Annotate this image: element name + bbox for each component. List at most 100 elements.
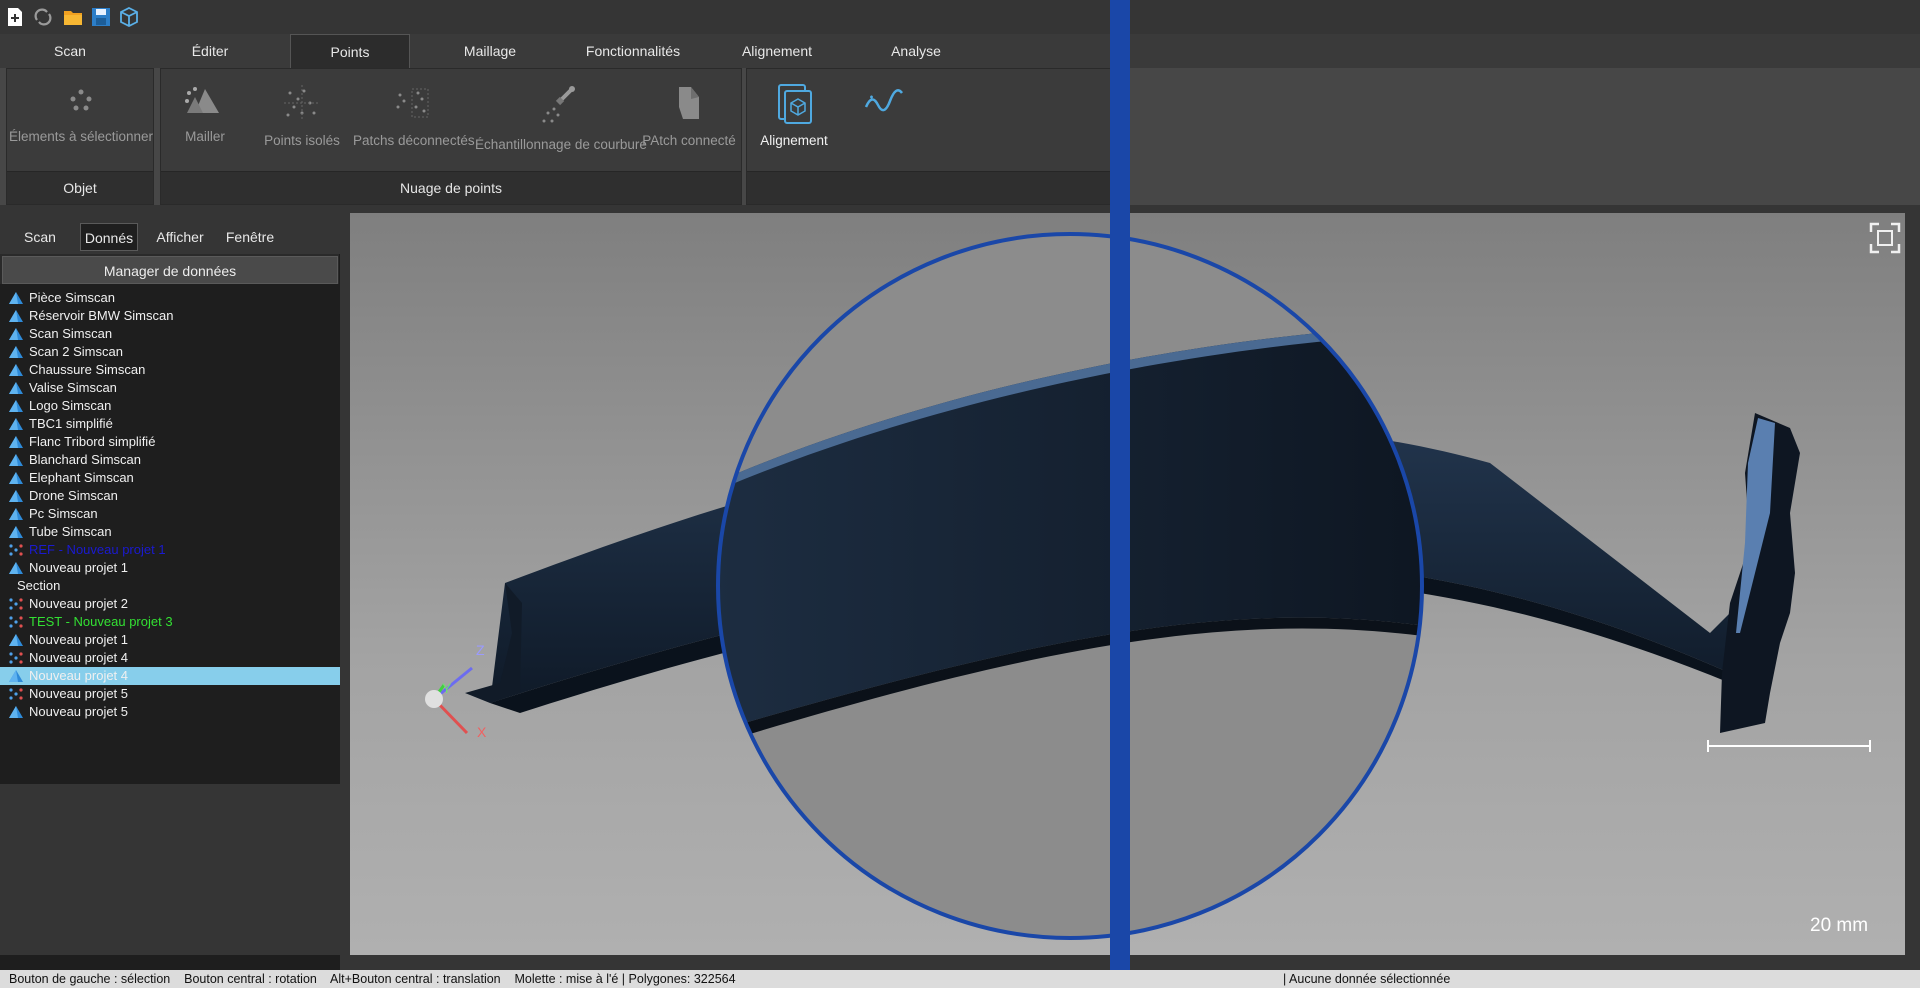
connected-patch-label: PAtch connecté <box>642 133 736 148</box>
ribbon-group-nuage: Mailler Points isolés Patchs déconnectés <box>160 68 742 205</box>
quick-access-toolbar <box>0 0 1920 34</box>
alignment-tool-button[interactable] <box>859 83 909 119</box>
split-divider[interactable] <box>1110 0 1130 988</box>
mesh-icon <box>8 435 24 449</box>
list-item-label: Blanchard Simscan <box>29 452 141 467</box>
mesh-icon <box>8 453 24 467</box>
tab-fonctionnalites[interactable]: Fonctionnalités <box>575 34 691 68</box>
list-item[interactable]: Nouveau projet 1 <box>0 631 340 649</box>
tab-maillage[interactable]: Maillage <box>440 34 540 68</box>
list-item[interactable]: Drone Simscan <box>0 487 340 505</box>
list-item[interactable]: REF - Nouveau projet 1 <box>0 541 340 559</box>
list-item[interactable]: Nouveau projet 5 <box>0 703 340 721</box>
tab-analyse[interactable]: Analyse <box>866 34 966 68</box>
mesh-icon <box>8 633 24 647</box>
tab-alignement[interactable]: Alignement <box>727 34 827 68</box>
list-item[interactable]: Flanc Tribord simplifié <box>0 433 340 451</box>
list-item[interactable]: Elephant Simscan <box>0 469 340 487</box>
isolated-points-label: Points isolés <box>264 133 340 148</box>
list-item-label: Scan Simscan <box>29 326 113 341</box>
list-item-label: Nouveau projet 1 <box>29 632 129 647</box>
tab-scan[interactable]: Scan <box>22 34 118 68</box>
point-cloud-icon <box>8 651 24 665</box>
list-item[interactable]: Logo Simscan <box>0 397 340 415</box>
list-item-label: Scan 2 Simscan <box>29 344 123 359</box>
list-item[interactable]: Chaussure Simscan <box>0 361 340 379</box>
list-item[interactable]: Section <box>0 577 340 595</box>
ribbon-group-alignement: Alignement <box>746 68 1116 205</box>
list-item-label: Flanc Tribord simplifié <box>29 434 156 449</box>
mesh-icon <box>8 399 24 413</box>
mesh-generate-icon <box>185 87 219 113</box>
status-bar: Bouton de gauche : sélection Bouton cent… <box>0 970 1920 988</box>
disconnected-patches-label: Patchs déconnectés <box>353 133 475 148</box>
list-item[interactable]: Nouveau projet 2 <box>0 595 340 613</box>
alignment-button[interactable]: Alignement <box>753 81 835 148</box>
disconnected-patches-button[interactable]: Patchs déconnectés <box>353 83 475 148</box>
tab-points[interactable]: Points <box>290 34 410 68</box>
list-item[interactable]: Nouveau projet 4 <box>0 667 340 685</box>
list-item-label: Drone Simscan <box>29 488 118 503</box>
alignment-button-label: Alignement <box>760 133 828 148</box>
mesh-icon <box>8 309 24 323</box>
left-panel: Scan Donnés Afficher Fenêtre Manager de … <box>0 212 340 988</box>
alignment-icon <box>778 84 812 124</box>
mesh-icon <box>8 417 24 431</box>
list-item[interactable]: Nouveau projet 5 <box>0 685 340 703</box>
curvature-sampling-button[interactable]: Échantillonnage de courbure <box>475 83 647 152</box>
isolated-points-button[interactable]: Points isolés <box>259 83 345 148</box>
panel-tab-fenetre[interactable]: Fenêtre <box>218 223 282 251</box>
curvature-sampling-label: Échantillonnage de courbure <box>475 137 647 152</box>
wave-points-icon <box>864 89 903 112</box>
list-item[interactable]: Tube Simscan <box>0 523 340 541</box>
list-item-label: Section <box>17 578 61 593</box>
list-item[interactable]: Blanchard Simscan <box>0 451 340 469</box>
select-elements-button[interactable]: Élements à sélectionner <box>7 83 155 144</box>
panel-tab-afficher[interactable]: Afficher <box>148 223 212 251</box>
mesh-icon <box>8 561 24 575</box>
fit-view-icon[interactable] <box>1869 222 1901 259</box>
list-item-label: REF - Nouveau projet 1 <box>29 542 166 557</box>
group-label-nuage: Nuage de points <box>161 171 741 204</box>
group-label-alignement <box>747 171 1115 204</box>
point-cloud-icon <box>8 687 24 701</box>
connected-patch-icon <box>679 87 699 119</box>
tab-editer[interactable]: Éditer <box>162 34 258 68</box>
panel-tab-donnes[interactable]: Donnés <box>80 223 138 251</box>
cube-icon[interactable] <box>118 6 140 28</box>
app-window: Scan Éditer Points Maillage Fonctionnali… <box>0 0 1920 988</box>
scale-bar-label: 20 mm <box>1810 915 1869 936</box>
group-label-objet: Objet <box>7 171 153 204</box>
ribbon-panel: Élements à sélectionner Objet Mailler Po… <box>0 68 1920 205</box>
panel-tab-scan[interactable]: Scan <box>10 223 70 251</box>
list-item[interactable]: TEST - Nouveau projet 3 <box>0 613 340 631</box>
connected-patch-button[interactable]: PAtch connecté <box>641 83 737 148</box>
list-item[interactable]: Nouveau projet 1 <box>0 559 340 577</box>
new-file-icon[interactable] <box>4 6 26 28</box>
axis-z-label: Z <box>476 642 485 658</box>
mesh-icon <box>8 705 24 719</box>
list-item-label: Pièce Simscan <box>29 290 115 305</box>
list-item-label: TBC1 simplifié <box>29 416 113 431</box>
save-icon[interactable] <box>90 6 112 28</box>
list-item-label: Nouveau projet 5 <box>29 704 129 719</box>
list-item[interactable]: Scan 2 Simscan <box>0 343 340 361</box>
disconnected-patches-icon <box>396 88 429 118</box>
list-item[interactable]: Pc Simscan <box>0 505 340 523</box>
mesh-icon <box>8 471 24 485</box>
sync-icon[interactable] <box>32 6 54 28</box>
point-cloud-icon <box>8 615 24 629</box>
list-item[interactable]: Pièce Simscan <box>0 289 340 307</box>
list-item[interactable]: Réservoir BMW Simscan <box>0 307 340 325</box>
list-item-label: Réservoir BMW Simscan <box>29 308 174 323</box>
mesh-button[interactable]: Mailler <box>173 83 237 144</box>
axis-y-label: Y <box>442 680 452 696</box>
list-item-label: Elephant Simscan <box>29 470 134 485</box>
list-item[interactable]: Valise Simscan <box>0 379 340 397</box>
list-item[interactable]: TBC1 simplifié <box>0 415 340 433</box>
axis-x-label: X <box>477 724 487 740</box>
open-folder-icon[interactable] <box>62 6 84 28</box>
mesh-lip <box>465 583 522 703</box>
list-item[interactable]: Nouveau projet 4 <box>0 649 340 667</box>
list-item[interactable]: Scan Simscan <box>0 325 340 343</box>
